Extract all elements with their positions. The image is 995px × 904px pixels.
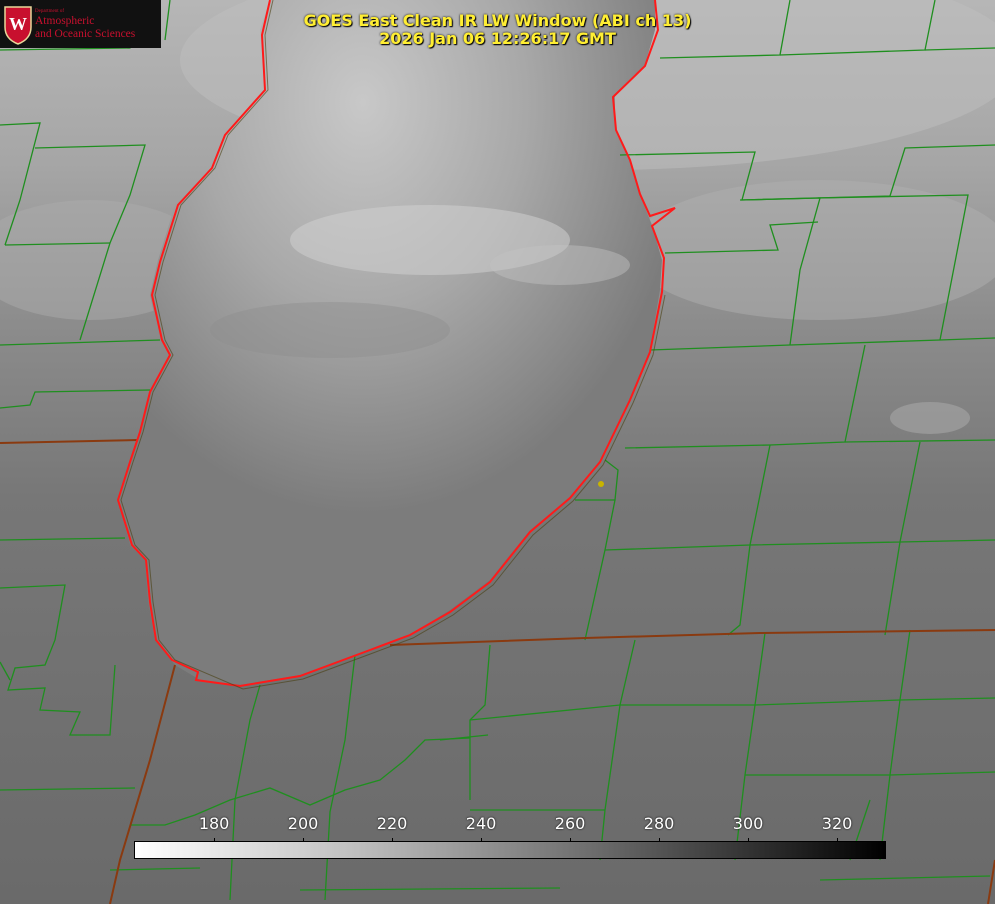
- title-line1: GOES East Clean IR LW Window (ABI ch 13): [303, 11, 692, 30]
- colorbar-tick-label: 300: [732, 814, 764, 833]
- lake-cloud-streak-2: [490, 245, 630, 285]
- colorbar: [134, 841, 886, 859]
- colorbar-tick-label: 240: [465, 814, 497, 833]
- colorbar-tick-label: 280: [643, 814, 675, 833]
- colorbar-tick-labels: 180 200 220 240 260 280 300 320: [0, 814, 995, 836]
- colorbar-tick-label: 220: [376, 814, 408, 833]
- colorbar-tick-label: 260: [554, 814, 586, 833]
- colorbar-tick-label: 180: [198, 814, 230, 833]
- colorbar-tick-label: 320: [821, 814, 853, 833]
- svg-text:W: W: [9, 14, 27, 34]
- cloud-band-east: [630, 180, 995, 320]
- satellite-map: [0, 0, 995, 904]
- colorbar-tick-label: 200: [287, 814, 319, 833]
- station-marker: [598, 481, 604, 487]
- image-title: GOES East Clean IR LW Window (ABI ch 13)…: [300, 12, 695, 48]
- logo: W Department of Atmospheric and Oceanic …: [0, 0, 161, 48]
- logo-text-line2: and Oceanic Sciences: [35, 28, 136, 40]
- logo-department: Department of: [35, 9, 65, 14]
- university-seal-icon: W: [4, 6, 32, 45]
- title-line2: 2026 Jan 06 12:26:17 GMT: [379, 29, 616, 48]
- lake-cloud-streak-3: [210, 302, 450, 358]
- cloud-patch-east: [890, 402, 970, 434]
- logo-text-line1: Atmospheric: [35, 15, 95, 27]
